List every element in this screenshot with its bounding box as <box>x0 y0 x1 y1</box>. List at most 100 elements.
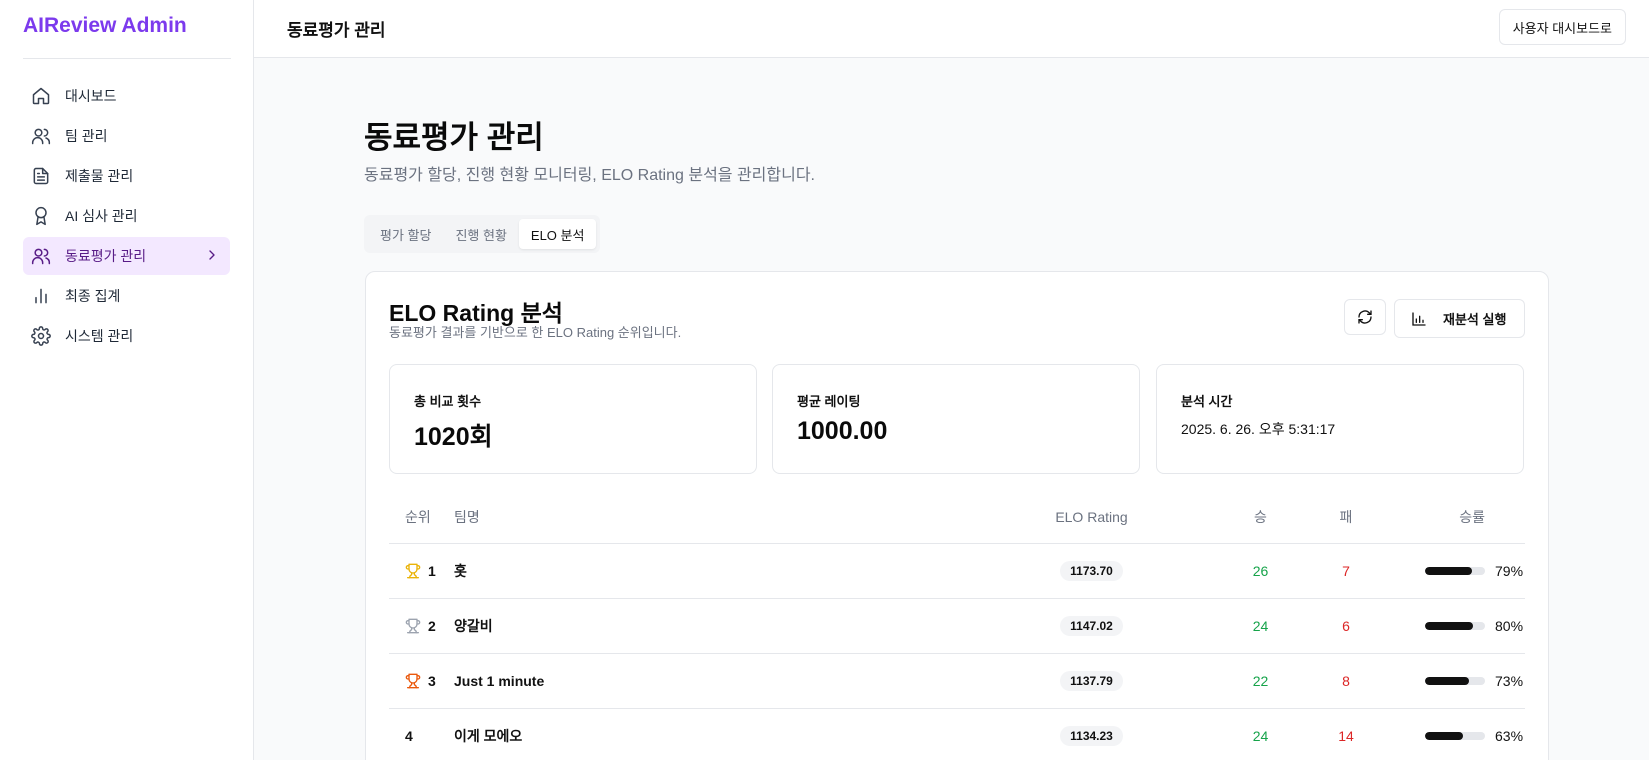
users-icon <box>31 248 51 265</box>
table-row[interactable]: 3 Just 1 minute 1137.79 22 8 73% <box>389 654 1525 709</box>
team-cell: 이게 모에오 <box>454 726 964 746</box>
stat-average-rating: 평균 레이팅 1000.00 <box>772 364 1140 474</box>
table-header: 순위 팀명 ELO Rating 승 패 승률 <box>389 490 1525 544</box>
win-rate-bar-fill <box>1425 677 1469 685</box>
win-rate-bar <box>1425 622 1485 630</box>
team-name: Just 1 minute <box>454 673 545 689</box>
elo-table: 순위 팀명 ELO Rating 승 패 승률 1 홋 1173.70 26 7… <box>389 490 1525 760</box>
rank-value: 2 <box>428 618 436 634</box>
table-body: 1 홋 1173.70 26 7 79% 2 양갈비 1147.02 24 6 … <box>389 544 1525 760</box>
rate-cell: 73% <box>1390 673 1525 689</box>
elo-badge: 1173.70 <box>1060 561 1123 581</box>
win-rate-text: 63% <box>1495 728 1524 744</box>
win-rate-text: 73% <box>1495 673 1524 689</box>
sidebar-item-system[interactable]: 시스템 관리 <box>23 317 230 355</box>
rate-cell: 80% <box>1390 618 1525 634</box>
tab-assign[interactable]: 평가 할당 <box>368 219 443 249</box>
loss-cell: 6 <box>1342 618 1350 634</box>
rank-value: 1 <box>428 563 436 579</box>
refresh-icon <box>1358 310 1372 324</box>
chevron-right-icon <box>209 250 215 260</box>
sidebar-item-label: AI 심사 관리 <box>65 208 138 224</box>
sidebar-item-label: 최종 집계 <box>65 288 121 304</box>
win-rate-bar-fill <box>1425 732 1463 740</box>
elo-badge: 1134.23 <box>1060 726 1123 746</box>
tab-progress[interactable]: 진행 현황 <box>443 219 518 249</box>
reanalyze-button[interactable]: 재분석 실행 <box>1394 299 1525 338</box>
column-header-loss: 패 <box>1339 508 1353 525</box>
team-name: 이게 모에오 <box>454 728 523 744</box>
elo-card: ELO Rating 분석 동료평가 결과를 기반으로 한 ELO Rating… <box>365 271 1549 760</box>
bar-chart-icon <box>1412 311 1426 326</box>
app-logo[interactable]: AIReview Admin <box>23 14 187 38</box>
team-cell: 양갈비 <box>454 616 964 636</box>
page-title: 동료평가 관리 <box>364 120 544 155</box>
refresh-button[interactable] <box>1344 299 1386 335</box>
team-cell: 홋 <box>454 561 964 581</box>
win-rate-text: 80% <box>1495 618 1524 634</box>
stat-total-comparisons: 총 비교 횟수 1020회 <box>389 364 757 474</box>
user-dashboard-button[interactable]: 사용자 대시보드로 <box>1498 9 1626 45</box>
sidebar-item-label: 제출물 관리 <box>65 168 134 184</box>
trophy-icon <box>405 618 421 634</box>
win-rate-text: 79% <box>1495 563 1524 579</box>
sidebar-item-final[interactable]: 최종 집계 <box>23 277 230 315</box>
trophy-icon <box>405 563 421 579</box>
win-cell: 26 <box>1252 563 1269 579</box>
stat-value: 1020회 <box>414 423 493 451</box>
table-row[interactable]: 1 홋 1173.70 26 7 79% <box>389 544 1525 599</box>
rank-value: 4 <box>405 728 413 744</box>
elo-cell: 1147.02 <box>964 616 1219 636</box>
win-rate-bar <box>1425 567 1485 575</box>
sidebar-item-label: 대시보드 <box>65 88 117 104</box>
rank-cell: 4 <box>389 728 454 744</box>
table-row[interactable]: 2 양갈비 1147.02 24 6 80% <box>389 599 1525 654</box>
win-cell: 24 <box>1252 618 1269 634</box>
team-name: 양갈비 <box>454 618 493 634</box>
sidebar-nav: 대시보드 팀 관리 제출물 관리 AI 심사 관리 동료평가 관리 최종 집계 … <box>23 77 230 357</box>
rate-cell: 79% <box>1390 563 1525 579</box>
reanalyze-label: 재분석 실행 <box>1443 312 1507 327</box>
tab-list: 평가 할당 진행 현황 ELO 분석 <box>364 215 601 253</box>
stat-label: 분석 시간 <box>1181 394 1233 409</box>
win-cell: 24 <box>1252 728 1269 744</box>
stat-value: 1000.00 <box>797 417 888 445</box>
elo-cell: 1134.23 <box>964 726 1219 746</box>
sidebar-item-dashboard[interactable]: 대시보드 <box>23 77 230 115</box>
loss-cell: 7 <box>1342 563 1350 579</box>
win-rate-bar <box>1425 677 1485 685</box>
stat-analysis-time: 분석 시간 2025. 6. 26. 오후 5:31:17 <box>1156 364 1524 474</box>
sidebar-item-label: 동료평가 관리 <box>65 248 147 264</box>
column-header-rank: 순위 <box>405 508 431 525</box>
divider <box>23 58 231 59</box>
sidebar: AIReview Admin 대시보드 팀 관리 제출물 관리 AI 심사 관리… <box>0 0 254 760</box>
table-row[interactable]: 4 이게 모에오 1134.23 24 14 63% <box>389 709 1525 760</box>
loss-cell: 14 <box>1338 728 1354 744</box>
sidebar-item-label: 팀 관리 <box>65 128 108 144</box>
column-header-team: 팀명 <box>454 508 480 525</box>
sidebar-item-submissions[interactable]: 제출물 관리 <box>23 157 230 195</box>
win-rate-bar-fill <box>1425 567 1473 575</box>
column-header-win: 승 <box>1254 508 1267 525</box>
win-rate-bar <box>1425 732 1485 740</box>
win-rate-bar-fill <box>1425 622 1473 630</box>
settings-icon <box>31 326 51 346</box>
top-header: 동료평가 관리 사용자 대시보드로 <box>254 0 1649 58</box>
sidebar-item-teams[interactable]: 팀 관리 <box>23 117 230 155</box>
sidebar-item-peer-review[interactable]: 동료평가 관리 <box>23 237 230 275</box>
elo-badge: 1137.79 <box>1060 671 1123 691</box>
elo-cell: 1137.79 <box>964 671 1219 691</box>
rank-cell: 3 <box>389 673 454 689</box>
tab-elo[interactable]: ELO 분석 <box>518 219 597 249</box>
users-icon <box>31 128 51 145</box>
stat-label: 평균 레이팅 <box>797 394 861 409</box>
sidebar-item-label: 시스템 관리 <box>65 328 134 344</box>
header-title: 동료평가 관리 <box>287 21 386 40</box>
elo-badge: 1147.02 <box>1060 616 1123 636</box>
rate-cell: 63% <box>1390 728 1525 744</box>
sidebar-item-ai-review[interactable]: AI 심사 관리 <box>23 197 230 235</box>
rank-value: 3 <box>428 673 436 689</box>
award-icon <box>35 206 47 226</box>
stat-value: 2025. 6. 26. 오후 5:31:17 <box>1181 421 1336 437</box>
trophy-icon <box>405 673 421 689</box>
